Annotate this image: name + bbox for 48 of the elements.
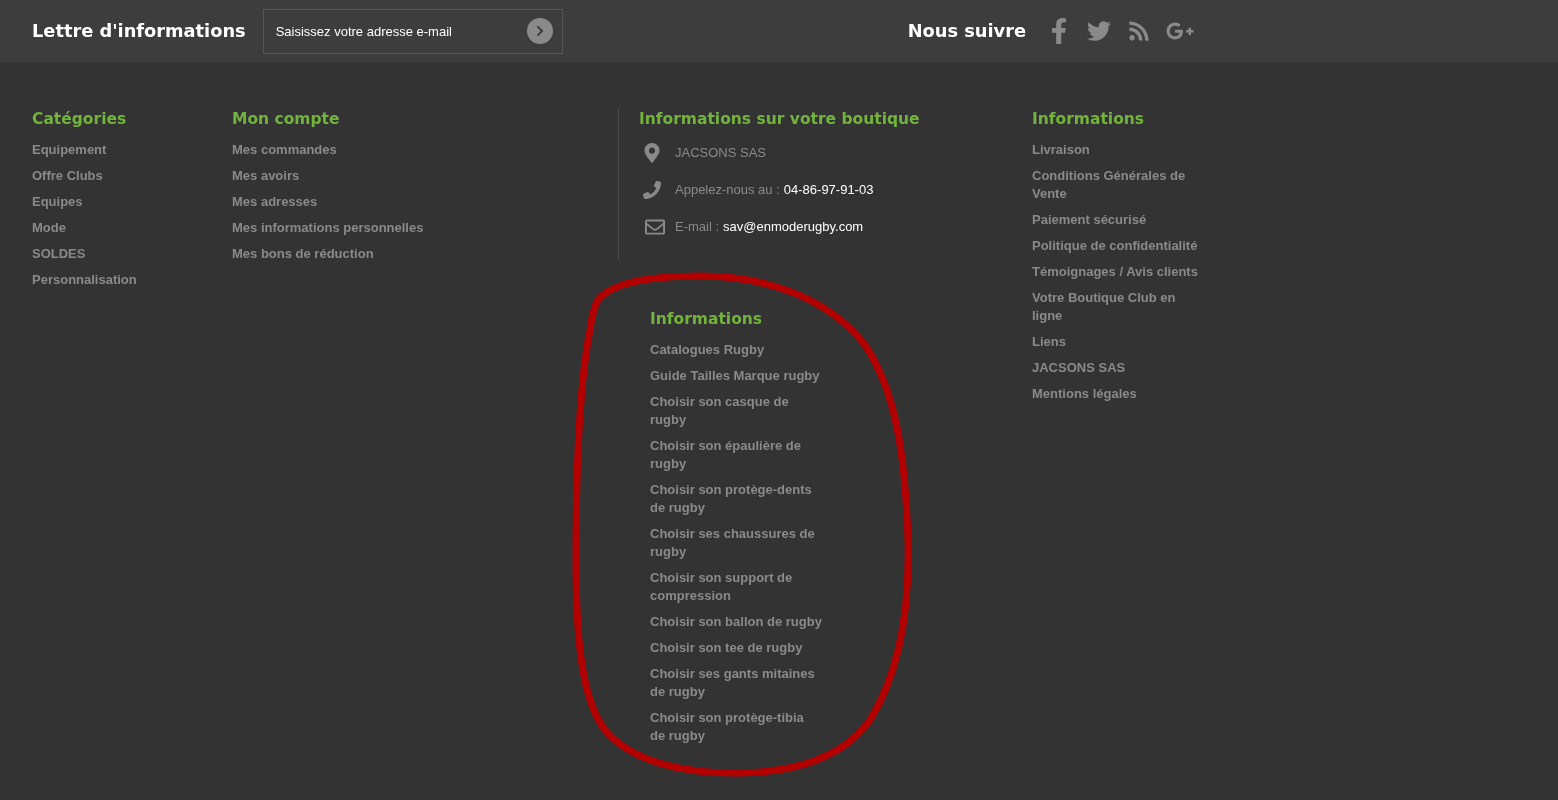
footer-link[interactable]: Choisir son casque de rugby [650, 393, 822, 429]
footer-link[interactable]: Paiement sécurisé [1032, 211, 1147, 229]
contact-value: 04-86-97-91-03 [783, 180, 874, 199]
email-field[interactable]: Saisissez votre adresse e-mail [262, 8, 563, 54]
footer-link[interactable]: Mes informations personnelles [232, 219, 424, 237]
column-heading: Catégories [32, 109, 128, 130]
footer-link[interactable]: Choisir ses gants mitaines de rugby [650, 665, 822, 701]
footer-link[interactable]: Liens [1032, 333, 1066, 351]
column-heading: Informations sur votre boutique [639, 109, 921, 130]
footer-link[interactable]: Choisir son tee de rugby [650, 639, 803, 657]
footer-link[interactable]: Mes adresses [232, 193, 318, 211]
column-heading: Mon compte [232, 109, 341, 130]
footer-link[interactable]: SOLDES [32, 245, 86, 263]
contact-value: sav@enmoderugby.com [723, 217, 864, 236]
newsletter-title: Lettre d'informations [32, 18, 246, 43]
footer-link[interactable]: JACSONS SAS [1032, 359, 1126, 377]
column-heading: Informations [650, 309, 764, 330]
twitter-icon[interactable] [1086, 19, 1112, 43]
footer-link[interactable]: Personnalisation [32, 271, 137, 289]
footer-link[interactable]: Mes commandes [232, 141, 337, 159]
footer-link[interactable]: Choisir son ballon de rugby [650, 613, 822, 631]
contact-label: E-mail : [675, 217, 720, 236]
footer-link[interactable]: Livraison [1032, 141, 1090, 159]
footer-link[interactable]: Choisir son protège-tibia de rugby [650, 709, 822, 745]
follow-title: Nous suivre [907, 18, 1026, 43]
footer-link[interactable]: Choisir son protège-dents de rugby [650, 481, 822, 517]
contact-label: JACSONS SAS [675, 143, 767, 162]
footer-link[interactable]: Choisir son épaulière de rugby [650, 437, 822, 473]
footer-link[interactable]: Guide Tailles Marque rugby [650, 367, 820, 385]
footer-link[interactable]: Offre Clubs [32, 167, 103, 185]
footer-link[interactable]: Mentions légales [1032, 385, 1137, 403]
footer-link[interactable]: Mes avoirs [232, 167, 300, 185]
footer-link[interactable]: Conditions Générales de Vente [1032, 167, 1204, 203]
footer-link[interactable]: Choisir ses chaussures de rugby [650, 525, 822, 561]
contact-label: Appelez-nous au : [675, 180, 780, 199]
footer-link[interactable]: Equipement [32, 141, 107, 159]
location-pin-icon [643, 142, 661, 163]
footer-link[interactable]: Témoignages / Avis clients [1032, 263, 1198, 281]
footer-link[interactable]: Politique de confidentialité [1032, 237, 1198, 255]
footer-link[interactable]: Choisir son support de compression [650, 569, 822, 605]
footer-link[interactable]: Catalogues Rugby [650, 341, 765, 359]
rss-icon[interactable] [1128, 20, 1150, 42]
phone-icon [643, 180, 661, 199]
footer-link[interactable]: Mode [32, 219, 66, 237]
footer-link[interactable]: Votre Boutique Club en ligne [1032, 289, 1204, 325]
footer-link[interactable]: Mes bons de réduction [232, 245, 374, 263]
footer-link[interactable]: Equipes [32, 193, 83, 211]
column-heading: Informations [1032, 109, 1146, 130]
